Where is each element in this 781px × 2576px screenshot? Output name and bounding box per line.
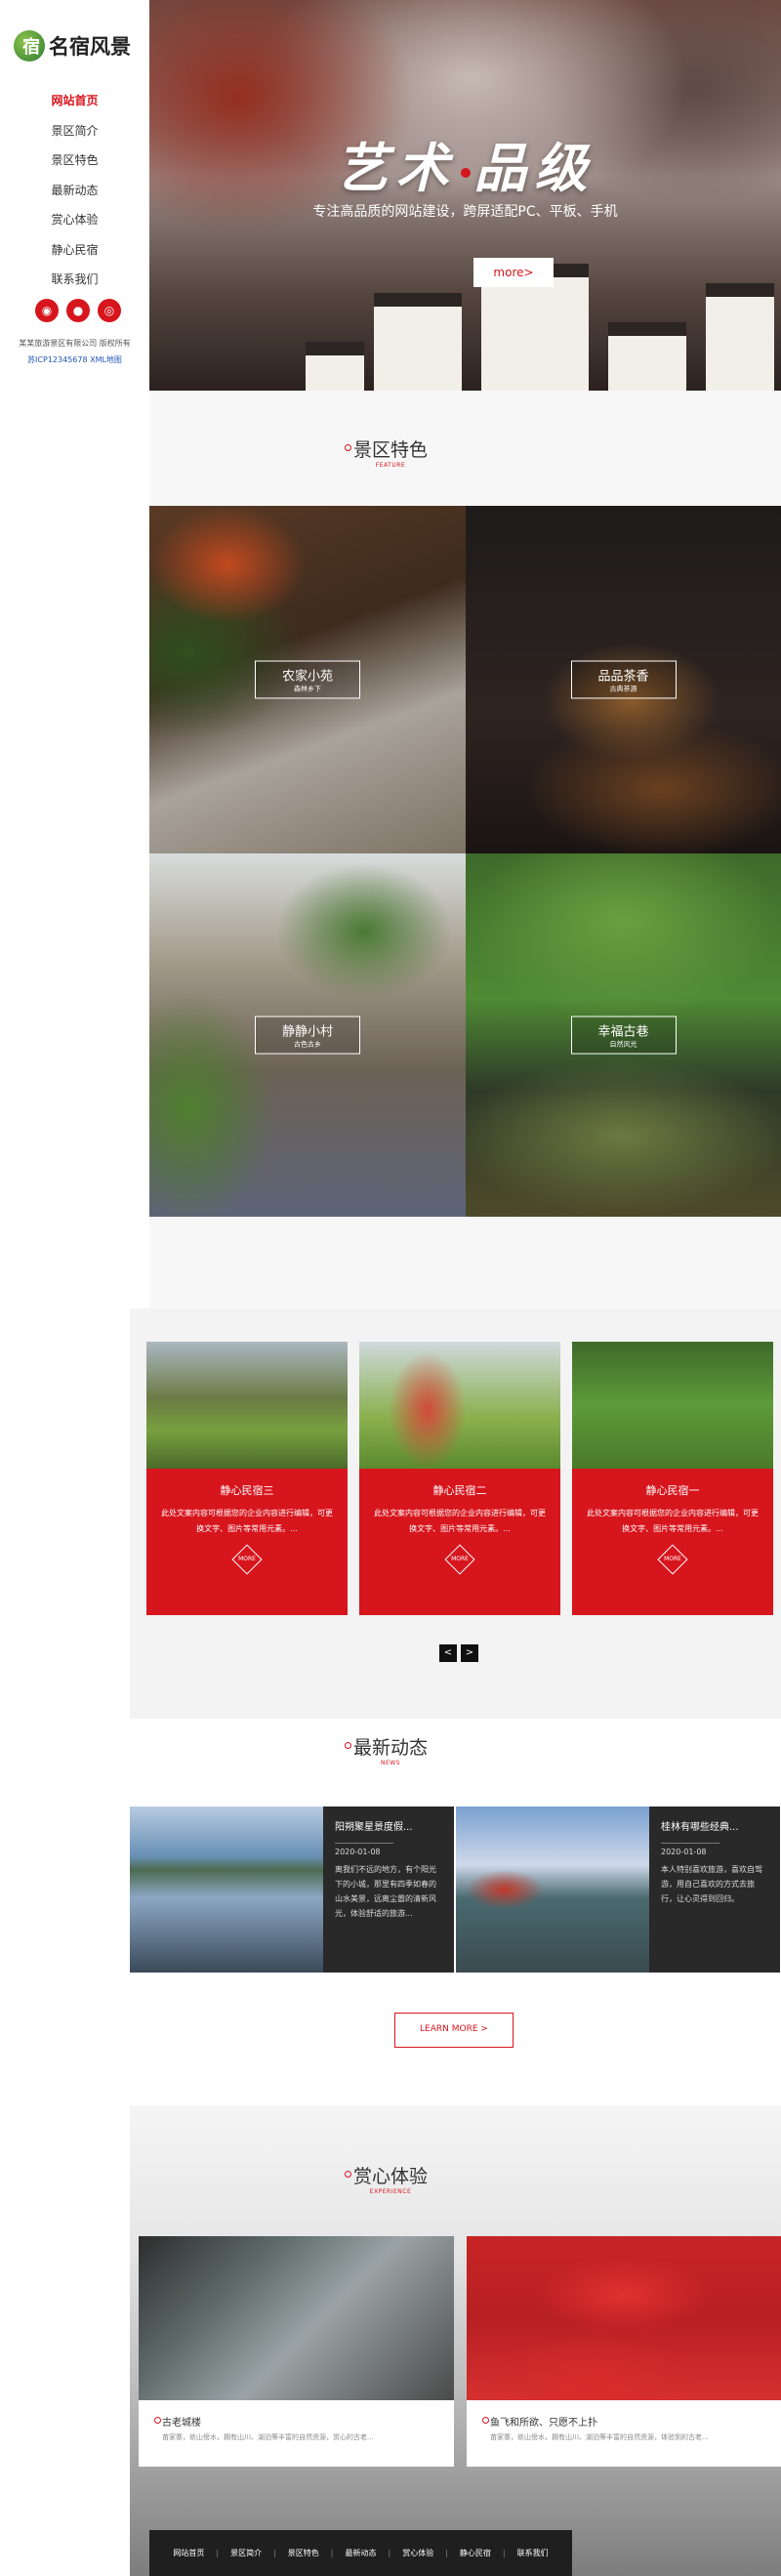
experience-card-desc: 苗家寨，依山傍水，拥有山川、湖泊等丰富的自然资源，赏心的古老... — [162, 2433, 374, 2441]
room-desc: 此处文案内容可根据您的企业内容进行编辑，可更换文字、图片等常用元素。... — [374, 1509, 546, 1533]
news-card[interactable]: 桂林有哪些经典... 2020-01-08 本人特别喜欢旅游，喜欢自驾游，用自己… — [456, 1807, 780, 1973]
wechat-icon[interactable]: ● — [66, 299, 90, 322]
nav-item-contact[interactable]: 联系我们 — [0, 265, 149, 295]
news-image — [456, 1807, 649, 1973]
news-desc: 本人特别喜欢旅游，喜欢自驾游，用自己喜欢的方式去旅行，让心灵得到回归。 — [661, 1865, 762, 1903]
copyright: 某某旅游景区有限公司 版权所有 苏ICP12345678 XML地图 — [0, 335, 149, 368]
feature-title: 景区特色 — [344, 436, 428, 462]
qq-icon[interactable]: ◉ — [35, 299, 59, 322]
nav-item-intro[interactable]: 景区简介 — [0, 116, 149, 146]
nav-item-homestay[interactable]: 静心民宿 — [0, 235, 149, 266]
experience-title: 赏心体验 — [344, 2162, 428, 2188]
footer-nav: 网站首页 | 景区简介 | 景区特色 | 最新动态 | 赏心体验 | 静心民宿 | 联系我们 — [149, 2530, 572, 2576]
feature-heading: 景区特色 FEATURE — [0, 436, 781, 469]
nav-item-features[interactable]: 景区特色 — [0, 145, 149, 176]
feature-grid: 农家小苑 森林乡下 品品茶香 古典茶源 静静小村 古色古乡 幸福古巷 自然风光 — [149, 506, 781, 1217]
banner-subtitle: 专注高品质的网站建设，跨屏适配PC、平板、手机 — [312, 204, 618, 220]
feature-caption: 品品茶香 古典茶源 — [570, 660, 677, 699]
news-title: 最新动态 — [344, 1733, 428, 1760]
banner-title: 艺术 品级 — [335, 137, 596, 199]
nav-item-news[interactable]: 最新动态 — [0, 176, 149, 206]
news-image — [130, 1807, 323, 1973]
news-subtitle: NEWS — [380, 1760, 401, 1766]
footer-link[interactable]: 景区简介 — [230, 2548, 262, 2558]
slider-next-button[interactable]: > — [461, 1644, 478, 1662]
main-nav: 网站首页 景区简介 景区特色 最新动态 赏心体验 静心民宿 联系我们 — [0, 86, 149, 295]
room-desc: 此处文案内容可根据您的企业内容进行编辑，可更换文字、图片等常用元素。... — [587, 1509, 759, 1533]
site-name: 名宿风景 — [49, 34, 131, 59]
news-title-text: 阳朔聚星景度假... — [335, 1822, 413, 1833]
room-more-button[interactable]: MORE — [444, 1544, 475, 1575]
experience-card-title: 古老城楼 — [154, 2414, 454, 2429]
feature-caption: 幸福古巷 自然风光 — [570, 1016, 677, 1055]
feature-caption: 静静小村 古色古乡 — [255, 1016, 360, 1055]
room-more-button[interactable]: MORE — [231, 1544, 263, 1575]
slider-arrows: < > — [439, 1644, 478, 1662]
news-heading: 最新动态 NEWS — [0, 1733, 781, 1766]
slider-prev-button[interactable]: < — [439, 1644, 457, 1662]
experience-card-title: 鱼飞和所欲、只愿不上扑 — [482, 2414, 781, 2429]
experience-subtitle: EXPERIENCE — [369, 2188, 412, 2195]
news-title-text: 桂林有哪些经典... — [661, 1822, 739, 1833]
learn-more-button[interactable]: LEARN MORE > — [394, 2013, 514, 2048]
social-links: ◉ ● ◎ — [35, 299, 121, 322]
room-title: 静心民宿一 — [645, 1484, 700, 1497]
hero-banner: 艺术 品级 专注高品质的网站建设，跨屏适配PC、平板、手机 more> — [149, 0, 781, 391]
feature-tile[interactable]: 农家小苑 森林乡下 — [149, 506, 466, 853]
news-date: 2020-01-08 — [335, 1843, 393, 1856]
footer-link[interactable]: 联系我们 — [517, 2548, 549, 2558]
room-image — [146, 1342, 348, 1469]
experience-image — [139, 2236, 454, 2400]
footer-link[interactable]: 最新动态 — [346, 2548, 377, 2558]
nav-item-experience[interactable]: 赏心体验 — [0, 205, 149, 235]
room-card[interactable]: 静心民宿一 此处文案内容可根据您的企业内容进行编辑，可更换文字、图片等常用元素。… — [572, 1342, 773, 1615]
footer-link[interactable]: 景区特色 — [288, 2548, 319, 2558]
banner-village-image — [296, 225, 781, 391]
news-desc: 离我们不远的地方，有个阳光下的小城，那里有四季如春的山水美景，远离尘嚣的清新风光… — [335, 1865, 436, 1918]
news-card[interactable]: 阳朔聚星景度假... 2020-01-08 离我们不远的地方，有个阳光下的小城，… — [130, 1807, 454, 1973]
experience-card[interactable]: 古老城楼 苗家寨，依山傍水，拥有山川、湖泊等丰富的自然资源，赏心的古老... — [139, 2236, 454, 2467]
experience-card[interactable]: 鱼飞和所欲、只愿不上扑 苗家寨，依山傍水，拥有山川、湖泊等丰富的自然资源，体验到… — [467, 2236, 781, 2467]
experience-card-desc: 苗家寨，依山傍水，拥有山川、湖泊等丰富的自然资源，体验到的古老... — [490, 2433, 709, 2441]
room-more-button[interactable]: MORE — [657, 1544, 688, 1575]
feature-tile[interactable]: 幸福古巷 自然风光 — [466, 853, 781, 1217]
sidebar: 宿 名宿风景 网站首页 景区简介 景区特色 最新动态 赏心体验 静心民宿 联系我… — [0, 0, 149, 391]
nav-item-home[interactable]: 网站首页 — [0, 86, 149, 116]
logo[interactable]: 宿 名宿风景 — [14, 29, 141, 62]
feature-caption: 农家小苑 森林乡下 — [255, 660, 360, 699]
experience-image — [467, 2236, 781, 2400]
room-image — [359, 1342, 560, 1469]
banner-more-button[interactable]: more> — [473, 258, 554, 287]
room-title: 静心民宿二 — [432, 1484, 487, 1497]
icp-link[interactable]: 苏ICP12345678 XML地图 — [0, 352, 149, 368]
footer-link[interactable]: 赏心体验 — [402, 2548, 433, 2558]
news-date: 2020-01-08 — [661, 1843, 719, 1856]
page: 宿 名宿风景 网站首页 景区简介 景区特色 最新动态 赏心体验 静心民宿 联系我… — [0, 0, 781, 2576]
room-card[interactable]: 静心民宿三 此处文案内容可根据您的企业内容进行编辑，可更换文字、图片等常用元素。… — [146, 1342, 348, 1615]
feature-tile[interactable]: 品品茶香 古典茶源 — [466, 506, 781, 853]
footer-link[interactable]: 静心民宿 — [460, 2548, 491, 2558]
feature-subtitle: FEATURE — [375, 462, 406, 469]
feature-tile[interactable]: 静静小村 古色古乡 — [149, 853, 466, 1217]
room-title: 静心民宿三 — [220, 1484, 274, 1497]
room-image — [572, 1342, 773, 1469]
logo-leaf-icon: 宿 — [14, 30, 45, 62]
weibo-icon[interactable]: ◎ — [98, 299, 121, 322]
footer-link[interactable]: 网站首页 — [173, 2548, 204, 2558]
experience-heading: 赏心体验 EXPERIENCE — [0, 2162, 781, 2195]
room-card[interactable]: 静心民宿二 此处文案内容可根据您的企业内容进行编辑，可更换文字、图片等常用元素。… — [359, 1342, 560, 1615]
copyright-text: 某某旅游景区有限公司 版权所有 — [19, 339, 131, 348]
room-desc: 此处文案内容可根据您的企业内容进行编辑，可更换文字、图片等常用元素。... — [161, 1509, 333, 1533]
